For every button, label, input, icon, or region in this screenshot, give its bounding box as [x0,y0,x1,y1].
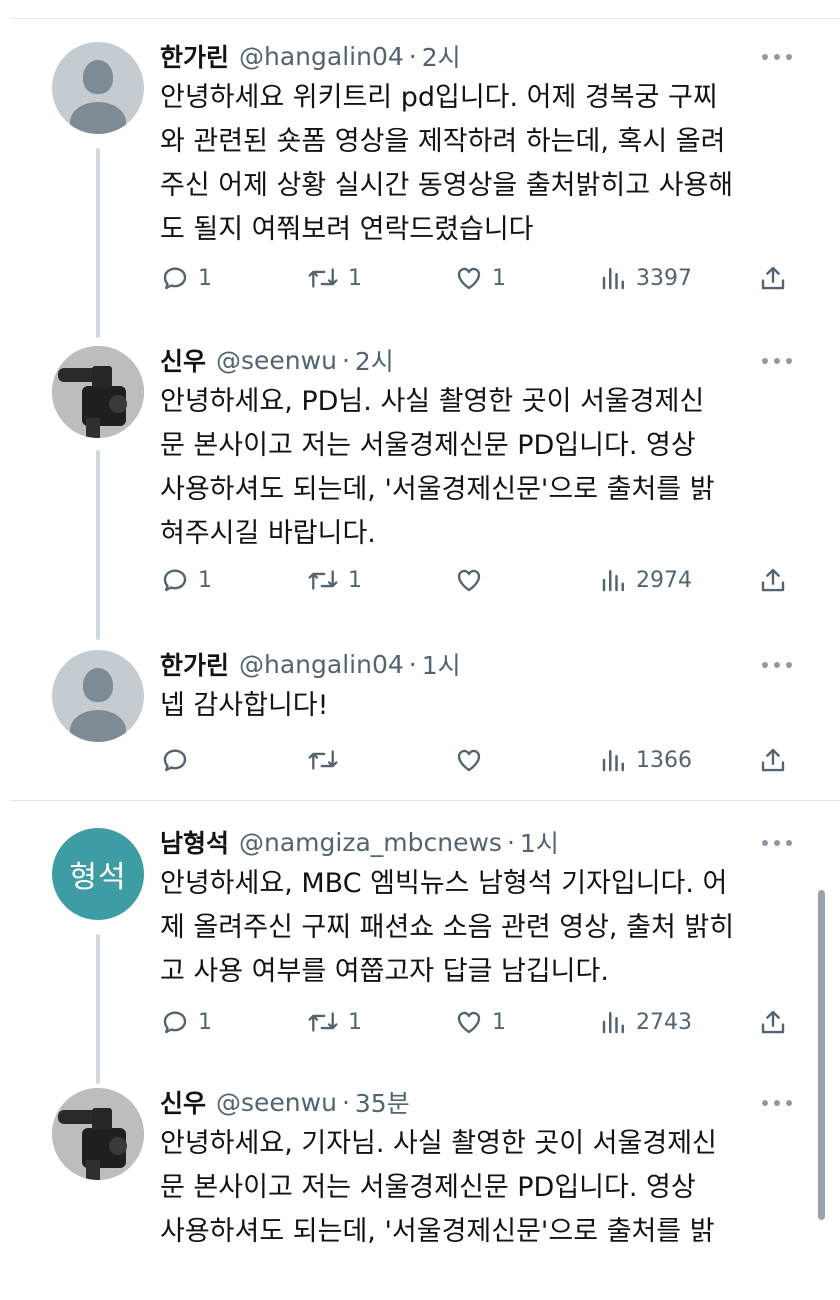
share-button[interactable] [758,740,788,780]
retweet-button[interactable] [306,740,348,780]
display-name[interactable]: 신우 [160,342,206,378]
view-count: 2974 [636,567,692,593]
reply-count: 1 [198,567,212,593]
tweet-header: 한가린 @hangalin04 · 2시 [160,36,810,76]
tweet-text: 넵 감사합니다! [160,690,329,721]
views-button[interactable]: 2743 [600,1002,692,1042]
camera-icon [52,1088,144,1180]
tweet-text: 안녕하세요, MBC 엠빅뉴스 남형석 기자입니다. 어 제 올려주신 구찌 패… [160,868,735,987]
views-button[interactable]: 3397 [600,258,692,298]
display-name[interactable]: 남형석 [160,824,229,860]
reply-button[interactable]: 1 [160,560,212,600]
like-icon [457,569,481,592]
user-handle[interactable]: @seenwu [216,1088,337,1117]
timestamp[interactable]: 2시 [422,38,461,74]
view-count: 2743 [636,1009,692,1035]
action-bar: 1 1 1 3397 [160,258,800,298]
avatar[interactable] [52,1088,144,1180]
like-button[interactable]: 1 [454,1002,506,1042]
tweet-text: 안녕하세요, PD님. 사실 촬영한 곳이 서울경제신 문 본사이고 저는 서울… [160,386,715,549]
thread-divider [10,800,840,801]
timestamp[interactable]: 1시 [520,824,559,860]
reply-count: 1 [198,1009,212,1035]
user-handle[interactable]: @seenwu [216,346,337,375]
tweet-text: 안녕하세요 위키트리 pd입니다. 어제 경복궁 구찌 와 관련된 숏폼 영상을… [160,82,734,245]
reply-icon [163,267,187,290]
share-button[interactable] [758,560,788,600]
like-count: 1 [492,1009,506,1035]
avatar[interactable] [52,346,144,438]
like-count: 1 [492,265,506,291]
retweet-icon [308,1012,338,1032]
share-button[interactable] [758,258,788,298]
thread-connector [96,450,100,640]
retweet-icon [308,750,338,770]
reply-button[interactable]: 1 [160,258,212,298]
thread-connector [96,934,100,1084]
avatar[interactable]: 형석 [52,828,144,920]
share-button[interactable] [758,1002,788,1042]
display-name[interactable]: 한가린 [160,38,229,74]
timestamp[interactable]: 1시 [422,646,461,682]
retweet-icon [308,570,338,590]
share-icon [761,568,785,592]
tweet-header: 신우 @seenwu · 2시 [160,340,810,380]
user-handle[interactable]: @hangalin04 [239,650,404,679]
timestamp[interactable]: 2시 [355,342,394,378]
more-icon[interactable] [762,662,792,670]
more-icon[interactable] [762,54,792,62]
avatar[interactable] [52,42,144,134]
retweet-count: 1 [348,1009,362,1035]
reply-button[interactable] [160,740,198,780]
avatar[interactable] [52,650,144,742]
share-icon [761,266,785,290]
view-count: 1366 [636,747,692,773]
like-button[interactable]: 1 [454,258,506,298]
views-icon [602,750,624,772]
more-icon[interactable] [762,840,792,848]
action-bar: 1 1 2974 [160,560,800,600]
retweet-button[interactable]: 1 [306,560,362,600]
like-icon [457,749,481,772]
scrollbar[interactable] [818,890,825,1220]
top-divider [10,18,840,19]
reply-icon [163,749,187,772]
tweet-header: 신우 @seenwu · 35분 [160,1082,810,1122]
more-icon[interactable] [762,358,792,366]
thread-connector [96,148,100,338]
tweet-header: 한가린 @hangalin04 · 1시 [160,644,810,684]
action-bar: 1 1 1 2743 [160,1002,800,1042]
retweet-button[interactable]: 1 [306,1002,362,1042]
tweet-header: 남형석 @namgiza_mbcnews · 1시 [160,822,810,862]
retweet-count: 1 [348,265,362,291]
reply-icon [163,569,187,592]
retweet-icon [308,268,338,288]
camera-icon [52,346,144,438]
retweet-count: 1 [348,567,362,593]
views-icon [602,268,624,290]
view-count: 3397 [636,265,692,291]
like-button[interactable] [454,740,492,780]
like-icon [457,267,481,290]
views-button[interactable]: 1366 [600,740,692,780]
display-name[interactable]: 한가린 [160,646,229,682]
reply-count: 1 [198,265,212,291]
share-icon [761,1010,785,1034]
like-button[interactable] [454,560,492,600]
retweet-button[interactable]: 1 [306,258,362,298]
more-icon[interactable] [762,1100,792,1108]
user-handle[interactable]: @hangalin04 [239,42,404,71]
action-bar: 1366 [160,740,800,780]
views-icon [602,1012,624,1034]
timestamp[interactable]: 35분 [355,1084,410,1120]
reply-button[interactable]: 1 [160,1002,212,1042]
display-name[interactable]: 신우 [160,1084,206,1120]
views-icon [602,570,624,592]
views-button[interactable]: 2974 [600,560,692,600]
share-icon [761,748,785,772]
reply-icon [163,1011,187,1034]
user-handle[interactable]: @namgiza_mbcnews [239,828,502,857]
tweet-text: 안녕하세요, 기자님. 사실 촬영한 곳이 서울경제신 문 본사이고 저는 서울… [160,1128,717,1247]
like-icon [457,1011,481,1034]
